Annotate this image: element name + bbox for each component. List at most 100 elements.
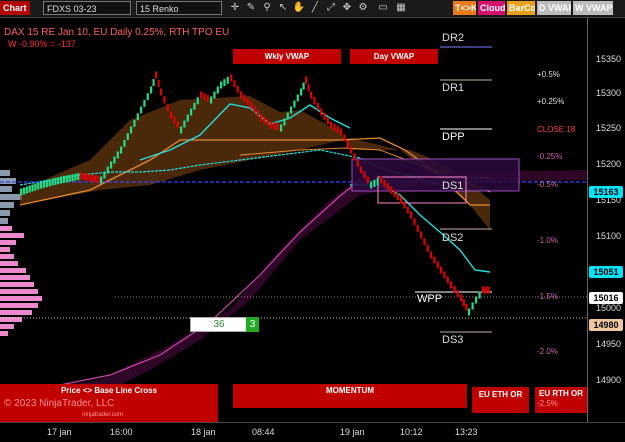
price-label-current: 15016 — [589, 292, 623, 304]
wkly-vwap-button[interactable]: Wkly VWAP — [233, 49, 341, 64]
renko-brick — [403, 201, 406, 209]
wvwap-badge[interactable]: W VWAP — [573, 1, 613, 15]
renko-brick — [300, 88, 303, 96]
renko-brick — [433, 256, 436, 264]
renko-brick — [226, 76, 229, 84]
renko-brick — [406, 206, 409, 214]
renko-brick — [20, 188, 23, 196]
renko-brick — [383, 179, 386, 187]
price-cross-label: Price <> Base Line Cross — [60, 386, 158, 395]
close-label: CLOSE 18 — [537, 125, 576, 134]
barcol-badge[interactable]: BarCol — [507, 1, 535, 15]
price-tick: 15200 — [596, 159, 622, 169]
move-icon[interactable]: ✥ — [340, 1, 354, 15]
renko-brick — [302, 82, 305, 90]
renko-brick — [346, 140, 349, 148]
price-tick: 14900 — [596, 375, 622, 385]
crosshair-icon[interactable]: ✛ — [228, 1, 242, 15]
renko-brick — [313, 97, 316, 105]
renko-brick — [320, 108, 323, 116]
renko-brick — [143, 99, 146, 107]
level-ds2: DS2 — [442, 232, 464, 244]
renko-brick — [453, 285, 456, 293]
renko-brick — [290, 106, 293, 114]
renko-brick — [116, 151, 119, 159]
renko-brick — [336, 126, 339, 134]
renko-brick — [475, 296, 478, 304]
zoom-icon[interactable]: ⚲ — [260, 1, 274, 15]
line-icon[interactable]: ╱ — [308, 1, 322, 15]
time-axis[interactable]: 17 jan 16:00 18 jan 08:44 19 jan 10:12 1… — [0, 422, 625, 442]
renko-brick — [350, 146, 353, 154]
instrument-selector[interactable]: FDXS 03-23 — [43, 1, 131, 15]
renko-brick — [250, 101, 253, 109]
renko-brick — [130, 126, 133, 134]
price-tick: 15350 — [596, 54, 622, 64]
weekly-change: W -0.90% = -137 — [8, 39, 76, 49]
renko-brick — [48, 179, 51, 187]
chart-tab[interactable]: Chart — [0, 1, 30, 15]
config-icon[interactable]: ⚙ — [356, 1, 370, 15]
renko-brick — [233, 80, 236, 88]
tick-badge[interactable]: T<>K — [453, 1, 476, 15]
renko-brick — [71, 174, 74, 182]
renko-brick — [246, 98, 249, 106]
grid-icon[interactable]: ▦ — [394, 1, 408, 15]
hand-icon[interactable]: ✋ — [292, 1, 306, 15]
eu-eth-or-button[interactable]: EU ETH OR — [472, 387, 529, 413]
tab-icon[interactable]: ▭ — [376, 1, 390, 15]
renko-brick — [360, 166, 363, 174]
renko-brick — [160, 88, 163, 96]
renko-brick — [152, 79, 155, 86]
renko-brick — [353, 153, 356, 161]
bar-type-selector[interactable]: 15 Renko — [136, 1, 222, 15]
price-axis[interactable]: 15350 15300 15250 15200 15150 15100 1500… — [587, 18, 625, 422]
price-label-cyan: 15051 — [589, 266, 623, 278]
dvwap-badge[interactable]: D VWAP — [537, 1, 571, 15]
renko-brick — [471, 302, 474, 310]
renko-brick — [136, 113, 139, 121]
renko-brick — [363, 171, 366, 179]
renko-brick — [330, 121, 333, 129]
renko-brick — [420, 231, 423, 239]
chart-canvas — [0, 46, 587, 395]
renko-brick — [266, 119, 269, 127]
renko-brick — [243, 94, 246, 102]
renko-brick — [386, 183, 389, 191]
cloud-badge[interactable]: Cloud — [478, 1, 505, 15]
renko-brick — [343, 134, 346, 142]
renko-brick — [100, 176, 103, 184]
renko-brick — [276, 123, 279, 131]
draw-icon[interactable]: ✎ — [244, 1, 258, 15]
renko-brick — [484, 286, 487, 294]
renko-brick — [103, 171, 106, 179]
renko-brick — [270, 121, 273, 129]
renko-brick — [183, 120, 186, 128]
eu-rth-pct: -2.5% — [537, 399, 558, 408]
renko-brick — [462, 299, 465, 307]
day-vwap-button[interactable]: Day VWAP — [350, 49, 438, 64]
renko-brick — [253, 105, 256, 113]
pct-label: -1.5% — [537, 292, 558, 301]
renko-bars — [20, 71, 490, 316]
renko-brick — [240, 91, 243, 99]
chart-plot-area[interactable]: DAX 15 RE Jan 10, EU Daily 0.25%, RTH TP… — [0, 18, 587, 422]
renko-brick — [333, 123, 336, 131]
renko-brick — [256, 110, 259, 118]
renko-brick — [97, 175, 100, 183]
renko-brick — [77, 173, 80, 181]
arrow-icon[interactable]: ⤢ — [324, 1, 338, 15]
renko-brick — [163, 96, 166, 104]
pct-label: +0.25% — [537, 97, 565, 106]
pointer-icon[interactable]: ↖ — [276, 1, 290, 15]
renko-brick — [74, 173, 77, 181]
eu-rth-or-button[interactable]: EU RTH OR -2.5% — [535, 387, 587, 413]
magenta-line — [9, 179, 361, 391]
price-tick: 15000 — [596, 303, 622, 313]
renko-brick — [22, 187, 26, 195]
renko-brick — [120, 146, 123, 154]
cloud-band — [0, 170, 587, 395]
renko-brick — [126, 133, 129, 141]
renko-brick — [91, 174, 94, 182]
renko-brick — [173, 116, 176, 124]
